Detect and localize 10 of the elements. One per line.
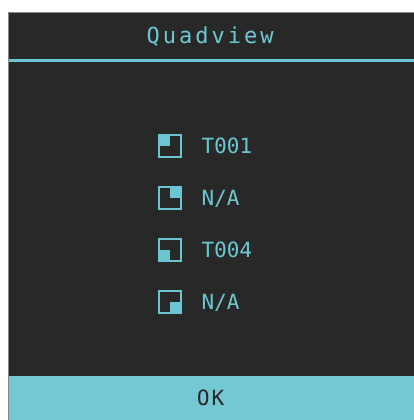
quadrant-icon <box>158 186 182 210</box>
window-title: Quadview <box>9 13 414 62</box>
quadrant-icon <box>158 134 182 158</box>
item-label: T001 <box>202 134 252 158</box>
item-label: N/A <box>202 186 240 210</box>
quadrant-icon <box>158 290 182 314</box>
item-label: N/A <box>202 290 240 314</box>
ok-button[interactable]: OK <box>9 376 414 420</box>
quadrant-icon <box>158 238 182 262</box>
item-label: T004 <box>202 238 252 262</box>
